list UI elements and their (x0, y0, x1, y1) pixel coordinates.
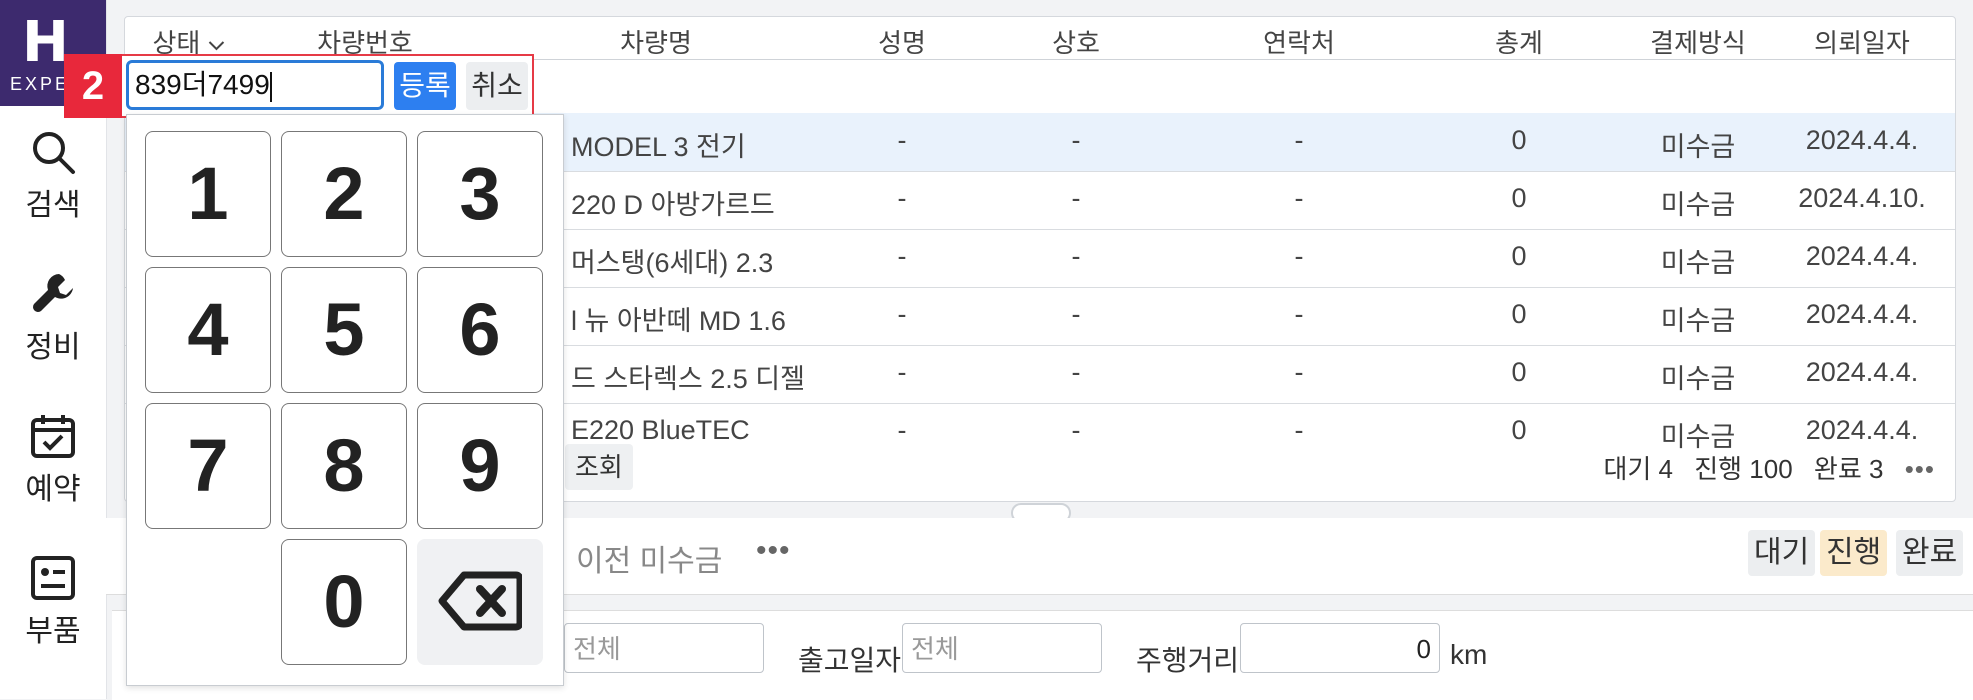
cell-payment: 미수금 (1660, 364, 1736, 394)
cell-payment: 미수금 (1660, 190, 1736, 220)
tab-previous-unpaid[interactable]: 이전 미수금 (576, 536, 722, 580)
cell-name: - (897, 241, 907, 271)
cell-company: - (1071, 299, 1081, 329)
column-header-name[interactable]: 성명 (878, 23, 926, 60)
keypad-key-4[interactable]: 4 (145, 267, 271, 393)
keypad-key-7[interactable]: 7 (145, 403, 271, 529)
mileage-input[interactable]: 0 (1240, 623, 1440, 673)
cell-company: - (1071, 183, 1081, 213)
cell-date: 2024.4.4. (1805, 241, 1919, 271)
chevron-down-icon (208, 41, 225, 51)
cell-total: 0 (1511, 125, 1527, 155)
keypad-key-0[interactable]: 0 (281, 539, 407, 665)
release-date-label: 출고일자 (798, 645, 902, 676)
cell-payment: 미수금 (1660, 132, 1736, 162)
register-button[interactable]: 등록 (394, 62, 456, 110)
cell-company: - (1071, 357, 1081, 387)
filter-chip-progress[interactable]: 진행 (1820, 530, 1888, 576)
keypad-key-5[interactable]: 5 (281, 267, 407, 393)
keypad-key-3[interactable]: 3 (417, 131, 543, 257)
search-icon (33, 132, 75, 174)
cell-payment: 미수금 (1660, 422, 1736, 451)
cell-date: 2024.4.4. (1805, 125, 1919, 155)
cell-date: 2024.4.4. (1805, 357, 1919, 387)
column-header-company[interactable]: 상호 (1052, 23, 1100, 60)
cell-name: - (897, 183, 907, 213)
waiting-count: 대기 4 (1603, 454, 1673, 484)
cell-contact: - (1294, 241, 1304, 271)
cell-name: - (897, 125, 907, 155)
sidebar-item-search[interactable]: 검색 (0, 128, 106, 224)
done-count: 완료 3 (1813, 454, 1884, 484)
cell-car-name: l 뉴 아반떼 MD 1.6 (571, 306, 786, 336)
step-badge: 2 (64, 54, 122, 118)
progress-count: 진행 100 (1694, 454, 1793, 484)
keypad-key-2[interactable]: 2 (281, 131, 407, 257)
column-header-total[interactable]: 총계 (1495, 23, 1543, 60)
cell-car-name: 드 스타렉스 2.5 디젤 (571, 364, 805, 394)
sidebar-item-label: 예약 (25, 473, 81, 506)
cell-total: 0 (1511, 183, 1527, 213)
more-options-icon[interactable]: ••• (1905, 454, 1935, 485)
cell-company: - (1071, 241, 1081, 271)
mileage-label: 주행거리 (1136, 645, 1240, 676)
cell-contact: - (1294, 125, 1304, 155)
cell-company: - (1071, 415, 1081, 445)
cell-payment: 미수금 (1660, 248, 1736, 278)
keypad-key-6[interactable]: 6 (417, 267, 543, 393)
cell-total: 0 (1511, 415, 1527, 445)
cell-car-name: MODEL 3 전기 (571, 132, 746, 162)
sidebar-item-reservation[interactable]: 예약 (0, 412, 106, 508)
sidebar-item-label: 정비 (25, 331, 81, 364)
logo-letter: H (22, 10, 69, 75)
backspace-icon (438, 571, 524, 631)
cell-total: 0 (1511, 299, 1527, 329)
logo-text: EXPE (10, 74, 71, 94)
cell-contact: - (1294, 299, 1304, 329)
sidebar-item-maintenance[interactable]: 정비 (0, 270, 106, 366)
sidebar-item-parts[interactable]: 부품 (0, 554, 106, 650)
cell-contact: - (1294, 415, 1304, 445)
cell-car-name: 220 D 아방가르드 (571, 190, 775, 220)
cell-contact: - (1294, 357, 1304, 387)
sidebar-item-label: 검색 (25, 189, 81, 222)
calendar-check-icon (31, 415, 75, 458)
column-header-car-name[interactable]: 차량명 (620, 23, 692, 60)
cancel-button[interactable]: 취소 (466, 62, 528, 110)
number-keypad: 1 2 3 4 5 6 7 8 9 0 (126, 114, 564, 686)
wrench-icon (33, 274, 73, 312)
query-button[interactable]: 조회 (565, 444, 633, 490)
parts-icon (31, 556, 75, 600)
cell-car-name: 머스탱(6세대) 2.3 (571, 248, 774, 278)
release-date-input[interactable]: 전체 (902, 623, 1102, 673)
column-header-contact[interactable]: 연락처 (1263, 23, 1335, 60)
status-counts: 대기 4 진행 100 완료 3 ••• (1589, 449, 1935, 486)
cell-name: - (897, 357, 907, 387)
filter-all-input[interactable]: 전체 (564, 623, 764, 673)
cell-date: 2024.4.4. (1805, 299, 1919, 329)
cell-total: 0 (1511, 357, 1527, 387)
mileage-unit: km (1450, 639, 1488, 670)
cell-payment: 미수금 (1660, 306, 1736, 336)
cell-name: - (897, 415, 907, 445)
column-header-payment[interactable]: 결제방식 (1650, 23, 1746, 60)
column-header-date[interactable]: 의뢰일자 (1814, 23, 1910, 60)
keypad-key-1[interactable]: 1 (145, 131, 271, 257)
filter-chip-done[interactable]: 완료 (1896, 530, 1964, 576)
more-tabs-icon[interactable]: ••• (756, 534, 791, 568)
sidebar-item-label: 부품 (25, 615, 81, 648)
plate-number-input[interactable]: 839더7499 (126, 60, 384, 110)
keypad-backspace[interactable] (417, 539, 543, 665)
keypad-key-8[interactable]: 8 (281, 403, 407, 529)
cell-contact: - (1294, 183, 1304, 213)
cell-name: - (897, 299, 907, 329)
cell-company: - (1071, 125, 1081, 155)
filter-chip-waiting[interactable]: 대기 (1748, 530, 1816, 576)
cell-date: 2024.4.4. (1805, 415, 1919, 445)
cell-car-name: E220 BlueTEC (571, 415, 750, 445)
cell-date: 2024.4.10. (1798, 183, 1926, 213)
keypad-key-9[interactable]: 9 (417, 403, 543, 529)
cell-total: 0 (1511, 241, 1527, 271)
